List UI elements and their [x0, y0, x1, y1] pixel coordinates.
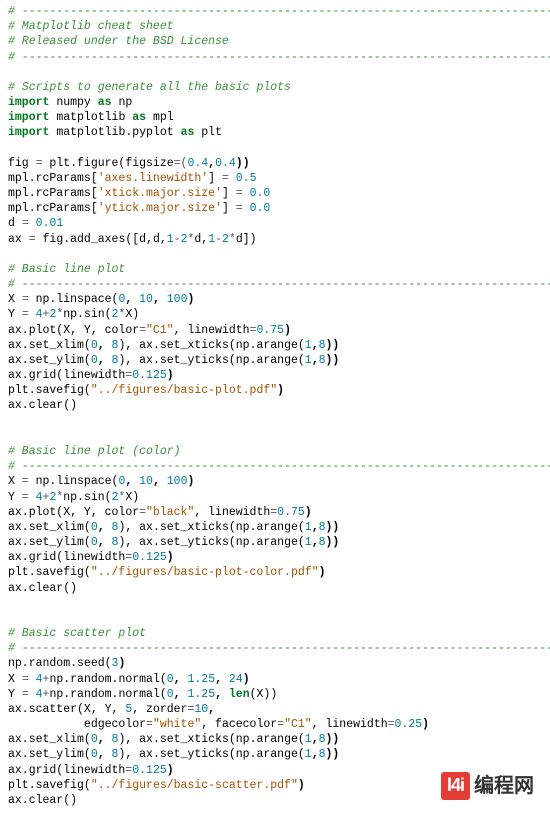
basic-line-title: # Basic line plot [8, 263, 125, 276]
watermark-logo-icon: l4i [441, 772, 470, 800]
watermark: l4i 编程网 [441, 772, 534, 800]
basic-scatter-title: # Basic scatter plot [8, 627, 146, 640]
basic-color-title: # Basic line plot (color) [8, 445, 181, 458]
header-rule2: # --------------------------------------… [8, 51, 550, 64]
watermark-text: 编程网 [474, 773, 534, 799]
code-block: # --------------------------------------… [8, 4, 542, 808]
header-l2: # Released under the BSD License [8, 35, 229, 48]
import-kw: import [8, 96, 49, 109]
sec1-title: # Scripts to generate all the basic plot… [8, 81, 291, 94]
header-l1: # Matplotlib cheat sheet [8, 20, 174, 33]
header-rule: # --------------------------------------… [8, 5, 550, 18]
